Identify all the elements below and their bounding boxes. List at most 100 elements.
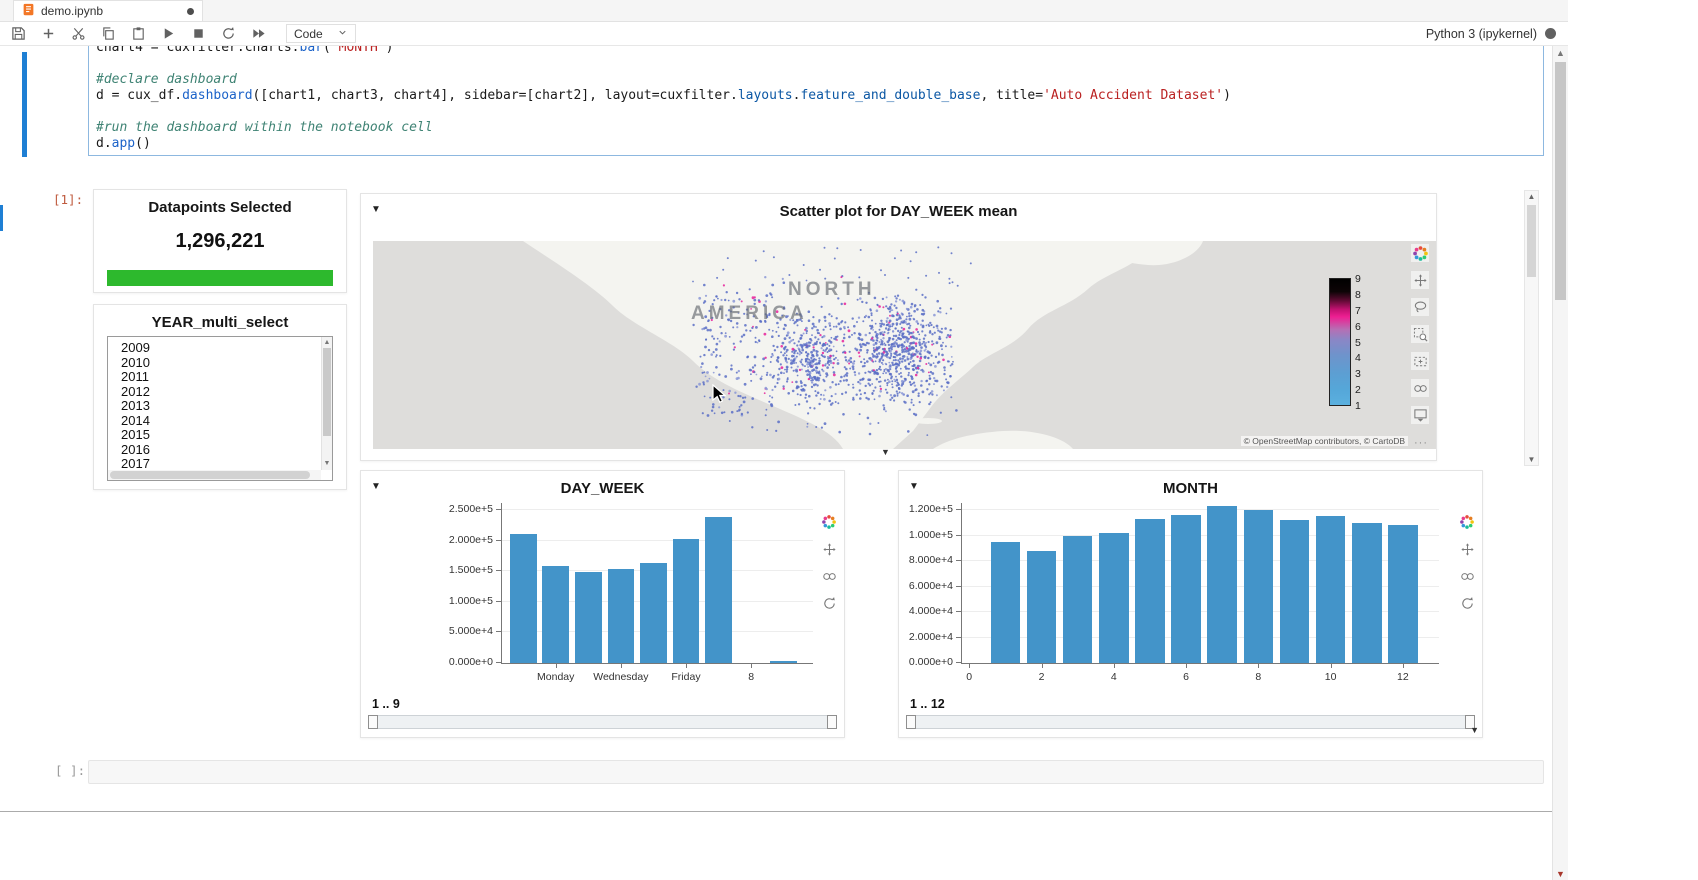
y-tick-mark [496,601,502,602]
y-tick-label: 2.000e+5 [413,535,493,546]
interrupt-kernel-button[interactable] [190,25,207,42]
scroll-down-icon[interactable]: ▼ [1553,869,1568,879]
bar[interactable] [510,534,537,663]
bar[interactable] [542,566,569,663]
kernel-status-icon[interactable] [1545,28,1556,39]
reset-tool-icon[interactable] [1458,594,1476,612]
box-select-tool-icon[interactable] [1411,352,1429,370]
scatter-title: Scatter plot for DAY_WEEK mean [361,194,1436,220]
scroll-down-icon[interactable]: ▼ [322,459,332,469]
save-button[interactable] [10,25,27,42]
listbox-scroll-thumb[interactable] [323,348,331,436]
bokeh-logo-icon[interactable] [1458,513,1476,531]
map-label-north: NORTH [788,279,876,301]
year-option[interactable]: 2012 [108,385,332,400]
more-tools-icon[interactable]: ··· [1414,437,1428,449]
slider-handle-left[interactable] [368,715,378,729]
bar[interactable] [1135,519,1165,663]
run-cell-button[interactable] [160,25,177,42]
cell-type-select[interactable]: Code [286,24,356,43]
bar[interactable] [640,563,667,663]
input-prompt-empty: [ ]: [55,763,85,778]
bokeh-logo-icon[interactable] [820,513,838,531]
day-week-title: DAY_WEEK [361,471,844,497]
pan-tool-icon[interactable] [820,540,838,558]
code-editor[interactable]: chart4 = cuxfilter.charts.bar('MONTH') #… [88,46,1544,156]
y-tick-label: 1.000e+5 [413,596,493,607]
collapse-card-icon[interactable]: ▼ [371,204,381,215]
reset-tool-icon[interactable] [820,594,838,612]
empty-code-cell[interactable] [88,760,1544,784]
collapse-handle-icon[interactable]: ▼ [1470,725,1479,735]
year-option[interactable]: 2014 [108,414,332,429]
month-range-slider[interactable] [906,715,1475,729]
year-option[interactable]: 2015 [108,428,332,443]
bar[interactable] [991,542,1021,663]
scroll-thumb[interactable] [1527,205,1536,277]
collapse-handle-icon[interactable]: ▼ [881,447,890,457]
bar[interactable] [1027,551,1057,663]
kernel-name[interactable]: Python 3 (ipykernel) [1426,27,1537,41]
map-attribution: © OpenStreetMap contributors, © CartoDB [1241,436,1408,446]
pan-tool-icon[interactable] [1411,271,1429,289]
cut-cells-button[interactable] [70,25,87,42]
pan-tool-icon[interactable] [1458,540,1476,558]
page-scrollbar[interactable]: ▲ ▼ [1552,46,1568,880]
insert-cell-button[interactable] [40,25,57,42]
year-option[interactable]: 2013 [108,399,332,414]
slider-handle-right[interactable] [827,715,837,729]
bar[interactable] [1280,520,1310,663]
listbox-vertical-scrollbar[interactable]: ▲ ▼ [321,337,332,470]
bar[interactable] [575,572,602,663]
bar[interactable] [608,569,635,663]
year-listbox[interactable]: 200920102011201220132014201520162017 ▲ ▼ [107,336,333,481]
scroll-up-icon[interactable]: ▲ [1553,48,1568,58]
day-week-plot[interactable]: 0.000e+05.000e+41.000e+51.500e+52.000e+5… [501,503,813,664]
bar[interactable] [1063,536,1093,664]
bar[interactable] [1316,516,1346,663]
bar[interactable] [705,517,732,663]
day-week-range-slider[interactable] [368,715,837,729]
tab-demo-ipynb[interactable]: demo.ipynb [13,0,203,21]
copy-cells-button[interactable] [100,25,117,42]
bar[interactable] [770,661,797,663]
bar[interactable] [1207,506,1237,663]
bar[interactable] [1244,510,1274,663]
bar[interactable] [673,539,700,663]
legend-tick-label: 5 [1355,337,1361,349]
wheel-zoom-tool-icon[interactable] [1458,567,1476,585]
wheel-zoom-tool-icon[interactable] [1411,379,1429,397]
scroll-thumb[interactable] [1555,62,1566,300]
collapse-card-icon[interactable]: ▼ [909,481,919,492]
lasso-select-tool-icon[interactable] [1411,298,1429,316]
year-option[interactable]: 2011 [108,370,332,385]
bar[interactable] [1352,523,1382,663]
year-option[interactable]: 2009 [108,341,332,356]
slider-handle-left[interactable] [906,715,916,729]
year-option[interactable]: 2016 [108,443,332,458]
scroll-up-icon[interactable]: ▲ [1525,192,1538,201]
restart-run-all-button[interactable] [250,25,267,42]
year-option[interactable]: 2010 [108,356,332,371]
collapse-card-icon[interactable]: ▼ [371,481,381,492]
box-zoom-tool-icon[interactable] [1411,325,1429,343]
bokeh-logo-icon[interactable] [1411,244,1429,262]
listbox-horizontal-scrollbar[interactable] [108,470,321,480]
geo-scatter-map[interactable]: NORTH AMERICA 987654321 [373,241,1436,449]
notebook-toolbar: Code Python 3 (ipykernel) [0,22,1568,46]
month-plot[interactable]: 0.000e+02.000e+44.000e+46.000e+48.000e+4… [961,503,1439,664]
bar[interactable] [1099,533,1129,663]
save-plot-tool-icon[interactable] [1411,406,1429,424]
restart-kernel-button[interactable] [220,25,237,42]
dashboard-scrollbar[interactable]: ▲ ▼ [1524,190,1539,466]
bar[interactable] [1171,515,1201,663]
unsaved-changes-dot-icon[interactable] [187,8,194,15]
wheel-zoom-tool-icon[interactable] [820,567,838,585]
bar[interactable] [1388,525,1418,663]
scroll-down-icon[interactable]: ▼ [1525,455,1538,464]
x-tick-mark [751,663,752,668]
y-tick-mark [956,611,962,612]
paste-cells-button[interactable] [130,25,147,42]
listbox-hscroll-thumb[interactable] [110,471,310,479]
scroll-up-icon[interactable]: ▲ [322,338,332,348]
